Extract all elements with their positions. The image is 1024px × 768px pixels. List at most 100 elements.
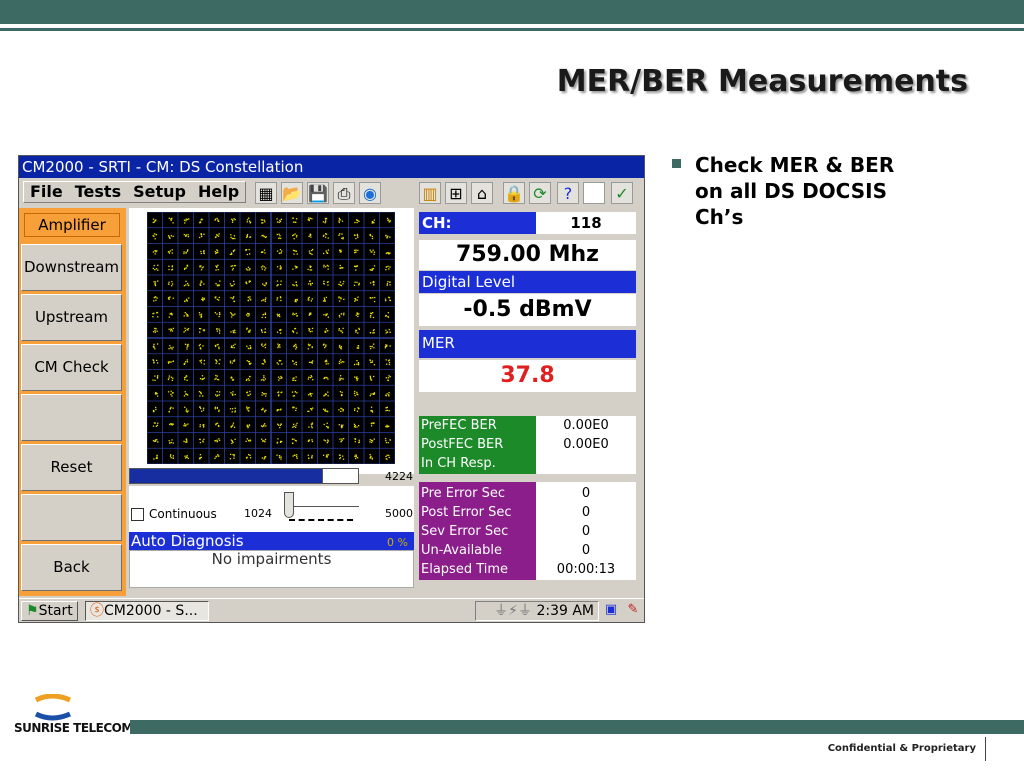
symbol-point — [171, 439, 173, 441]
slider-thumb[interactable] — [284, 492, 294, 518]
downstream-button[interactable]: Downstream — [21, 244, 122, 291]
symbol-point — [324, 217, 327, 220]
symbol-point — [325, 425, 328, 428]
symbol-point — [168, 375, 171, 377]
symbol-point — [184, 457, 187, 459]
symbol-point — [263, 375, 265, 377]
un-available-label: Un-Available — [421, 543, 503, 558]
help-icon[interactable]: ? — [557, 182, 579, 204]
system-tray: ⏚⚡⏚ 2:39 AM — [475, 601, 599, 621]
symbol-point — [184, 222, 186, 224]
symbol-point — [167, 391, 170, 393]
symbol-point — [185, 220, 187, 222]
symbol-point — [199, 265, 201, 267]
check-icon[interactable]: ✓ — [611, 182, 633, 204]
bullet-line: on all DS DOCSIS — [695, 179, 887, 203]
symbol-point — [369, 456, 372, 458]
symbol-point — [277, 391, 279, 394]
symbol-point — [185, 280, 187, 283]
symbol-point — [230, 425, 232, 428]
symbol-point — [293, 250, 295, 252]
symbol-point — [218, 346, 220, 348]
amplifier-tab[interactable]: Amplifier — [24, 213, 120, 237]
folder-open-icon[interactable]: 📂 — [281, 182, 303, 204]
blank-button-1[interactable] — [21, 394, 122, 441]
symbol-point — [278, 456, 281, 459]
symbol-point — [307, 454, 310, 456]
symbol-point — [389, 284, 391, 286]
symbol-point — [373, 438, 375, 440]
symbol-point — [185, 408, 188, 410]
symbol-point — [247, 360, 250, 363]
symbol-point — [154, 283, 156, 285]
symbol-point — [280, 283, 282, 286]
symbol-point — [264, 344, 266, 346]
print-icon[interactable]: ⎙ — [333, 182, 355, 204]
refresh-icon[interactable]: ⟳ — [529, 182, 551, 204]
symbol-point — [217, 453, 219, 456]
symbol-point — [157, 441, 159, 443]
elapsed-time-value: 00:00:13 — [556, 562, 616, 577]
symbol-point — [355, 269, 357, 271]
symbol-point — [232, 378, 234, 381]
symbol-point — [387, 219, 389, 221]
lock-icon[interactable]: 🔒 — [503, 182, 525, 204]
symbol-point — [230, 392, 232, 394]
menu-setup[interactable]: Setup — [127, 182, 192, 202]
symbol-point — [248, 424, 251, 426]
symbol-point — [263, 424, 265, 426]
symbol-point — [233, 283, 235, 285]
chart-icon[interactable]: ▥ — [419, 182, 441, 204]
cable-icon[interactable]: ⌂ — [471, 182, 493, 204]
symbol-point — [218, 332, 221, 334]
symbol-point — [357, 344, 359, 347]
task-button[interactable]: ⓢCM2000 - S... — [85, 601, 209, 621]
network-icon[interactable]: ⊞ — [445, 182, 467, 204]
symbol-point — [338, 296, 340, 298]
upstream-button[interactable]: Upstream — [21, 294, 122, 341]
back-button[interactable]: Back — [21, 544, 122, 591]
symbol-point — [341, 438, 343, 440]
progress-fill — [129, 468, 323, 484]
menu-tests[interactable]: Tests — [69, 182, 127, 202]
symbol-point — [277, 284, 279, 286]
cm-check-button[interactable]: CM Check — [21, 344, 122, 391]
symbol-point — [261, 457, 264, 459]
menu-help[interactable]: Help — [192, 182, 245, 202]
continuous-checkbox[interactable] — [131, 508, 144, 521]
symbol-point — [185, 234, 187, 236]
symbol-point — [310, 236, 312, 238]
symbol-point — [323, 283, 325, 285]
symbol-point — [186, 454, 188, 457]
reset-button[interactable]: Reset — [21, 444, 122, 491]
symbol-point — [338, 221, 340, 224]
symbol-point — [355, 314, 357, 316]
symbol-point — [245, 440, 247, 443]
prefec-ber-label: PreFEC BER — [421, 418, 497, 433]
symbol-point — [200, 362, 203, 364]
app-logo-icon: ⓢ — [90, 603, 104, 619]
symbol-point — [263, 249, 266, 251]
symbol-point — [183, 284, 186, 287]
symbol-point — [387, 265, 389, 268]
globe-icon[interactable]: ◉ — [359, 182, 381, 204]
symbol-point — [292, 268, 294, 270]
blank-button-2[interactable] — [21, 494, 122, 541]
symbol-point — [389, 281, 391, 283]
menu-file[interactable]: File — [24, 182, 69, 202]
symbol-point — [153, 221, 155, 223]
symbol-point — [307, 283, 310, 285]
tray-desktop-icon[interactable]: ▣ — [601, 601, 621, 621]
symbol-point — [372, 221, 374, 223]
symbol-point — [202, 378, 204, 380]
grid-icon[interactable]: ▦ — [255, 182, 277, 204]
symbol-point — [156, 395, 159, 397]
symbol-point — [308, 218, 310, 221]
symbol-point — [186, 300, 189, 302]
symbol-point — [167, 362, 170, 364]
symbol-point — [385, 329, 387, 331]
symbol-point — [309, 330, 312, 333]
start-button[interactable]: ⚑Start — [21, 601, 78, 621]
tray-edit-icon[interactable]: ✎ — [623, 601, 643, 621]
save-icon[interactable]: 💾 — [307, 182, 329, 204]
